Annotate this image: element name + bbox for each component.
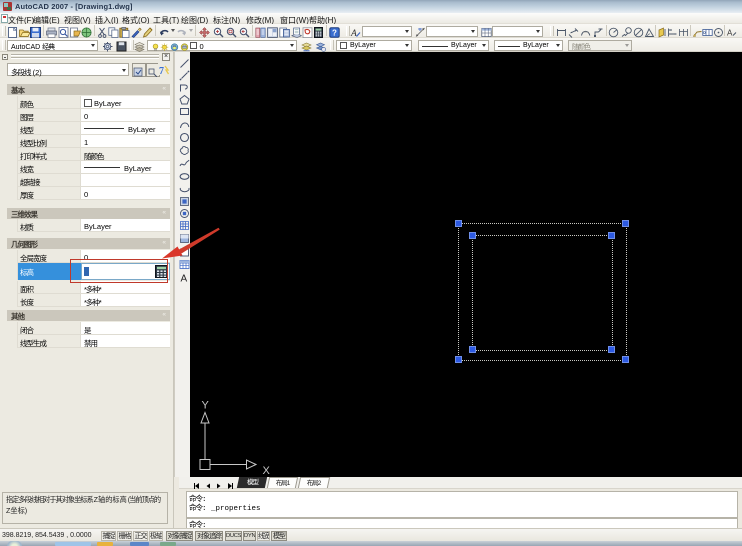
svg-text:Y: Y — [202, 400, 210, 412]
svg-text:A: A — [180, 274, 187, 284]
svg-text:?: ? — [332, 29, 337, 38]
svg-text:X: X — [263, 465, 271, 477]
svg-text:A: A — [727, 29, 733, 38]
svg-text:7: 7 — [159, 66, 164, 76]
svg-text:A: A — [350, 29, 357, 38]
